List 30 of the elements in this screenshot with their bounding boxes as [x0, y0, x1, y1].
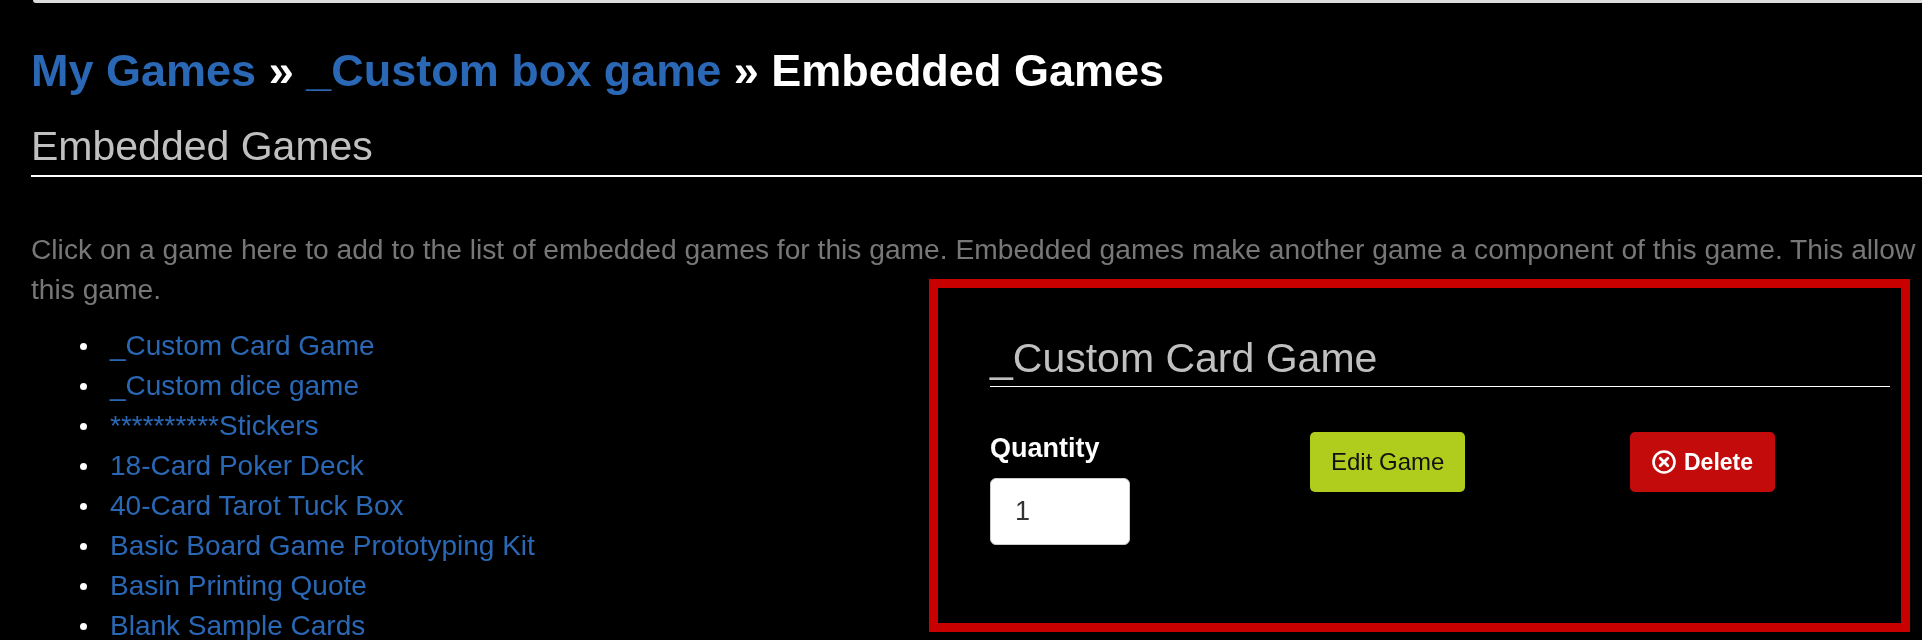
breadcrumb-separator: » [268, 45, 294, 96]
bullet-icon [80, 502, 87, 510]
game-link[interactable]: _Custom Card Game [110, 332, 375, 360]
section-heading: Embedded Games [31, 122, 373, 171]
edit-game-button[interactable]: Edit Game [1310, 432, 1466, 492]
bullet-icon [80, 422, 87, 430]
game-link[interactable]: **********Stickers [110, 412, 319, 440]
breadcrumb-link[interactable]: My Games [31, 45, 257, 96]
game-link[interactable]: 40-Card Tarot Tuck Box [110, 492, 404, 520]
breadcrumb-link[interactable]: _Custom box game [306, 45, 722, 96]
quantity-field[interactable]: 1 [990, 478, 1130, 545]
breadcrumb-separator: » [733, 45, 759, 96]
bullet-icon [80, 542, 87, 550]
bullet-icon [80, 462, 87, 470]
delete-button[interactable]: Delete [1630, 432, 1776, 492]
quantity-label: Quantity [990, 432, 1100, 464]
game-link[interactable]: Basic Board Game Prototyping Kit [110, 532, 535, 560]
description-text: Click on a game here to add to the list of embedded games for this game. Embedded games make another game a component of this game. This allow [31, 232, 1916, 267]
embedded-game-title: _Custom Card Game [990, 334, 1378, 383]
game-link[interactable]: Basin Printing Quote [110, 572, 367, 600]
game-link[interactable]: 18-Card Poker Deck [110, 452, 364, 480]
bullet-icon [80, 342, 87, 350]
bullet-icon [80, 382, 87, 390]
breadcrumb-current: Embedded Games [771, 45, 1164, 96]
description-text: this game. [31, 272, 162, 307]
bullet-icon [80, 622, 87, 630]
close-circle-icon [1652, 450, 1676, 474]
game-link[interactable]: _Custom dice game [110, 372, 359, 400]
game-link[interactable]: Blank Sample Cards [110, 612, 366, 640]
bullet-icon [80, 582, 87, 590]
